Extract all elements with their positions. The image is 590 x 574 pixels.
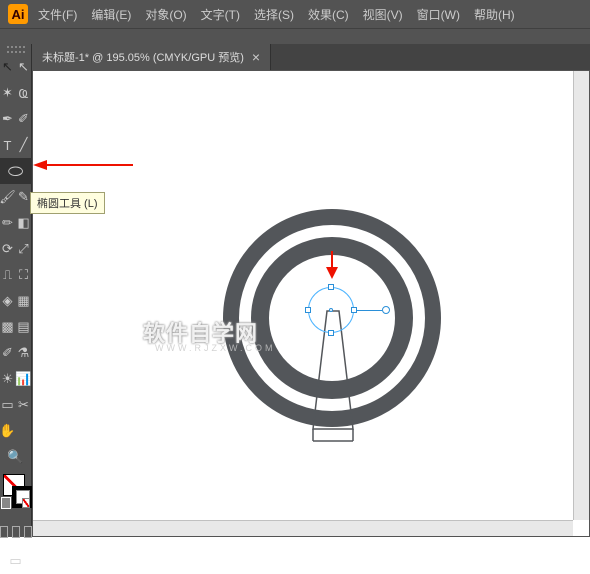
menu-help[interactable]: 帮助(H) <box>474 6 515 23</box>
draw-inside-icon[interactable] <box>24 526 32 538</box>
selected-ellipse[interactable] <box>308 287 354 333</box>
slice-tool-icon[interactable]: ✂ <box>16 392 32 418</box>
zoom-tool-icon[interactable]: 🔍 <box>0 444 32 470</box>
scrollbar-horizontal[interactable] <box>33 520 573 536</box>
menu-items: 文件(F) 编辑(E) 对象(O) 文字(T) 选择(S) 效果(C) 视图(V… <box>38 6 515 23</box>
blend-tool-icon[interactable]: ⚗ <box>16 340 32 366</box>
rotate-tool-icon[interactable]: ⟳ <box>0 236 16 262</box>
selection-tool-icon[interactable]: ↖ <box>0 54 16 80</box>
ellipse-tool-icon[interactable]: ⬭ <box>0 158 32 184</box>
blob-brush-tool-icon[interactable]: ✏ <box>0 210 16 236</box>
direct-selection-tool-icon[interactable]: ↖ <box>16 54 32 80</box>
lasso-tool-icon[interactable]: Ҩ <box>16 80 32 106</box>
pen-tool-icon[interactable]: ✒ <box>0 106 16 132</box>
document-area: 未标题-1* @ 195.05% (CMYK/GPU 预览) × <box>32 44 590 537</box>
workspace: ↖ ↖ ✶ Ҩ ✒ ✐ T ╱ ⬭ 🖌 ✎ ✏ ◧ ⟳ ⤢ ⎍ ⛶ ◈ ▦ ▩ … <box>0 44 590 537</box>
magic-wand-tool-icon[interactable]: ✶ <box>0 80 16 106</box>
none-mode-icon[interactable] <box>22 498 30 508</box>
canvas[interactable]: 软件自学网 WWW.RJZXW.COM <box>33 71 589 536</box>
document-tab[interactable]: 未标题-1* @ 195.05% (CMYK/GPU 预览) × <box>32 44 271 70</box>
toolbar-grip[interactable] <box>0 44 31 54</box>
screen-mode-icon[interactable]: ▭ <box>0 548 32 574</box>
center-point-icon[interactable] <box>329 308 333 312</box>
gradient-tool-icon[interactable]: ▤ <box>16 314 32 340</box>
symbol-tool-icon[interactable]: ☀ <box>0 366 16 392</box>
mesh-tool-icon[interactable]: ▩ <box>0 314 16 340</box>
hand-tool-icon[interactable]: ✋ <box>0 418 16 444</box>
scrollbar-vertical[interactable] <box>573 71 589 520</box>
toolbar: ↖ ↖ ✶ Ҩ ✒ ✐ T ╱ ⬭ 🖌 ✎ ✏ ◧ ⟳ ⤢ ⎍ ⛶ ◈ ▦ ▩ … <box>0 44 32 537</box>
annotation-arrow-long-icon <box>33 158 133 170</box>
screen-mode-row <box>0 522 32 548</box>
anchor-s-icon[interactable] <box>328 330 334 336</box>
menu-view[interactable]: 视图(V) <box>363 6 403 23</box>
menu-file[interactable]: 文件(F) <box>38 6 77 23</box>
pie-widget-line <box>356 310 382 311</box>
shaper-tool-icon[interactable]: ◈ <box>0 288 16 314</box>
tab-close-icon[interactable]: × <box>252 50 260 64</box>
graph-tool-icon[interactable]: 📊 <box>16 366 32 392</box>
pie-widget-handle-icon[interactable] <box>382 306 390 314</box>
app-logo: Ai <box>8 4 28 24</box>
tab-strip: 未标题-1* @ 195.05% (CMYK/GPU 预览) × <box>32 44 590 70</box>
menu-select[interactable]: 选择(S) <box>254 6 294 23</box>
free-transform-tool-icon[interactable]: ⛶ <box>16 262 32 288</box>
menu-type[interactable]: 文字(T) <box>201 6 240 23</box>
tab-title: 未标题-1* @ 195.05% (CMYK/GPU 预览) <box>42 49 244 65</box>
draw-mode-icon[interactable] <box>0 526 8 538</box>
tool-tooltip: 椭圆工具 (L) <box>30 192 105 214</box>
control-bar <box>0 28 590 44</box>
perspective-tool-icon[interactable]: ▦ <box>16 288 32 314</box>
artboard-tool-icon[interactable]: ▭ <box>0 392 16 418</box>
line-tool-icon[interactable]: ╱ <box>16 132 32 158</box>
menu-window[interactable]: 窗口(W) <box>417 6 460 23</box>
menu-effect[interactable]: 效果(C) <box>308 6 349 23</box>
type-tool-icon[interactable]: T <box>0 132 16 158</box>
menu-edit[interactable]: 编辑(E) <box>91 6 131 23</box>
annotation-arrow-down-icon <box>324 251 340 285</box>
eyedropper-tool-icon[interactable]: ✐ <box>0 340 16 366</box>
menu-bar: Ai 文件(F) 编辑(E) 对象(O) 文字(T) 选择(S) 效果(C) 视… <box>0 0 590 28</box>
anchor-w-icon[interactable] <box>305 307 311 313</box>
scale-tool-icon[interactable]: ⤢ <box>16 236 32 262</box>
menu-object[interactable]: 对象(O) <box>145 6 186 23</box>
width-tool-icon[interactable]: ⎍ <box>0 262 16 288</box>
brush-tool-icon[interactable]: 🖌 <box>0 184 16 210</box>
draw-behind-icon[interactable] <box>12 526 20 538</box>
curvature-tool-icon[interactable]: ✐ <box>16 106 32 132</box>
